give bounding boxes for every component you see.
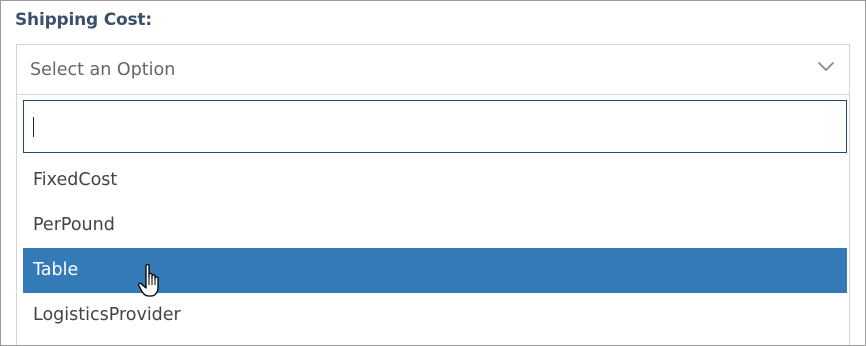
shipping-cost-label: Shipping Cost:	[15, 10, 152, 30]
chevron-down-icon[interactable]	[817, 61, 835, 73]
option-fixedcost[interactable]: FixedCost	[23, 158, 847, 203]
options-list: FixedCost PerPound Table LogisticsProvid…	[23, 158, 847, 338]
text-caret	[33, 117, 34, 137]
hand-pointer-cursor-icon	[137, 263, 159, 297]
shipping-cost-panel: Shipping Cost: Select an Option FixedCos…	[0, 0, 866, 346]
select-placeholder: Select an Option	[30, 60, 176, 80]
shipping-cost-select[interactable]: Select an Option	[16, 44, 850, 94]
option-perpound[interactable]: PerPound	[23, 203, 847, 248]
dropdown-menu: FixedCost PerPound Table LogisticsProvid…	[16, 94, 850, 345]
dropdown-search-input[interactable]	[23, 100, 847, 153]
